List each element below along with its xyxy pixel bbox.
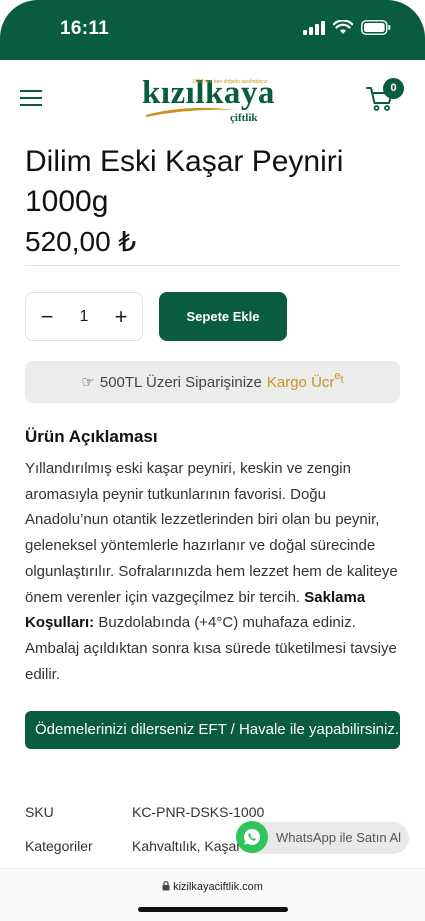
whatsapp-icon xyxy=(236,821,268,853)
shipping-note-text: 500TL Üzeri Siparişinize xyxy=(99,373,262,391)
categories-value[interactable]: Kahvaltılık, Kaşar xyxy=(132,838,241,854)
cart-count-badge: 0 xyxy=(383,78,404,99)
payment-banner: Ödemelerinizi dilerseniz EFT / Havale il… xyxy=(25,711,400,749)
battery-icon xyxy=(361,20,391,35)
url-bar[interactable]: kizilkayaciftlik.com xyxy=(0,881,425,893)
shipping-note-highlight: Kargo Ücr xyxy=(266,373,335,391)
browser-bar: kizilkayaciftlik.com xyxy=(0,868,425,921)
logo-swoosh-icon xyxy=(146,107,236,117)
whatsapp-label: WhatsApp ile Satın Al xyxy=(276,830,402,845)
shipping-note: ☞ 500TL Üzeri Siparişinize Kargo Ücr e t xyxy=(25,361,400,403)
home-indicator[interactable] xyxy=(138,907,288,912)
url-text: kizilkayaciftlik.com xyxy=(173,881,263,893)
quantity-stepper: − 1 + xyxy=(25,292,143,341)
logo-sub: çiftlik xyxy=(230,112,258,124)
pointing-hand-icon: ☞ xyxy=(81,374,95,391)
categories-label: Kategoriler xyxy=(25,838,93,854)
description-text: Yıllandırılmış eski kaşar peyniri, keski… xyxy=(25,460,398,606)
status-bar: 16:11 xyxy=(0,0,425,60)
sku-label: SKU xyxy=(25,804,54,820)
increase-quantity-button[interactable]: + xyxy=(110,304,132,329)
signal-icon xyxy=(303,20,325,35)
wifi-icon xyxy=(333,20,353,34)
logo-tagline: 1920'den beri doğalın tarafındayız xyxy=(192,79,268,85)
quantity-value[interactable]: 1 xyxy=(80,308,89,326)
shipping-note-highlight-tail: t xyxy=(340,374,344,386)
site-header: kızılkaya 1920'den beri doğalın tarafınd… xyxy=(0,60,425,136)
sku-value: KC-PNR-DSKS-1000 xyxy=(132,804,265,820)
status-icons xyxy=(303,20,391,35)
lock-icon xyxy=(162,881,170,891)
whatsapp-buy-button[interactable]: WhatsApp ile Satın Al xyxy=(236,821,409,854)
description-title: Ürün Açıklaması xyxy=(25,427,158,446)
status-time: 16:11 xyxy=(60,18,110,39)
menu-icon[interactable] xyxy=(20,90,42,108)
add-to-cart-button[interactable]: Sepete Ekle xyxy=(159,292,287,341)
description-body: Yıllandırılmış eski kaşar peyniri, keski… xyxy=(25,456,405,687)
divider xyxy=(25,265,400,266)
logo[interactable]: kızılkaya 1920'den beri doğalın tarafınd… xyxy=(142,76,284,126)
product-title: Dilim Eski Kaşar Peyniri 1000g xyxy=(25,145,344,218)
product-price: 520,00 ₺ xyxy=(25,226,137,257)
decrease-quantity-button[interactable]: − xyxy=(36,304,58,329)
